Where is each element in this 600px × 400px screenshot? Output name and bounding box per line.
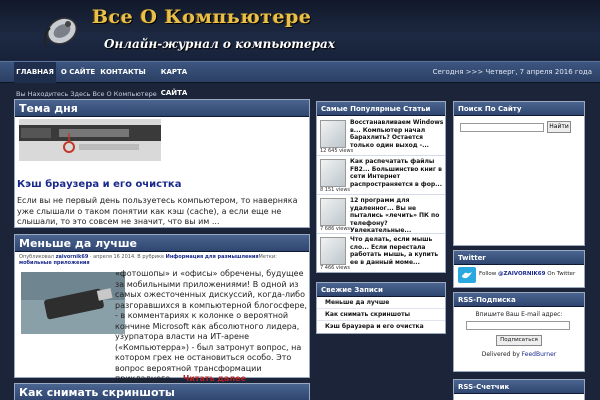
rss-prompt: Впишите Ваш E-mail адрес:	[475, 311, 563, 318]
search-input[interactable]	[460, 123, 544, 132]
rss-title: RSS-Подписка	[454, 293, 584, 307]
article-thumbnail	[320, 120, 346, 148]
article-thumbnail	[320, 198, 346, 226]
recent-title: Свежие Записи	[317, 283, 445, 297]
twitter-title: Twitter	[454, 251, 584, 265]
popular-title: Самые Популярные Статьи	[317, 102, 445, 116]
post-meta-date: · апреля 16 2014. В рубрике	[89, 254, 165, 260]
current-date: Сегодня >>> Четверг, 7 апреля 2016 года	[432, 68, 592, 76]
popular-item[interactable]: Что делать, если мышь сло... Если перест…	[317, 234, 445, 273]
post-tags-link[interactable]: мобильные приложения	[19, 260, 90, 266]
site-tagline: Онлайн-журнал о компьютерах	[104, 37, 335, 51]
computer-mouse-logo-icon[interactable]	[38, 10, 84, 50]
recent-post-link[interactable]: Как снимать скриншоты	[317, 309, 445, 321]
topic-post-excerpt: Если вы не первый день пользуетесь компь…	[17, 196, 298, 226]
search-panel: Поиск По Сайту Найти	[453, 101, 585, 246]
topic-of-day-panel: Тема дня Кэш браузера и его очистка Если…	[14, 99, 310, 228]
nav-item-contacts[interactable]: КОНТАКТЫ	[100, 62, 146, 83]
popular-item[interactable]: 12 программ для удаленног... Вы не пытал…	[317, 195, 445, 234]
twitter-panel: Twitter Follow @ZAIVORNIK69 On Twitter	[453, 250, 585, 288]
popular-articles-panel: Самые Популярные Статьи Восстанавливаем …	[316, 101, 446, 273]
post-tags-label: Метки:	[258, 254, 277, 260]
rss-counter-title: RSS-Счетчик	[454, 380, 584, 394]
post-meta: Опубликовал zaivornik69 · апреля 16 2014…	[19, 254, 307, 266]
rss-counter-panel: RSS-Счетчик	[453, 379, 585, 400]
usb-drive-thumbnail[interactable]	[21, 272, 125, 334]
recent-posts-panel: Свежие Записи Меньше да лучше Как снимат…	[316, 282, 446, 334]
article-thumbnail	[320, 159, 346, 187]
view-count: 7 466 views	[320, 265, 351, 271]
twitter-follow-label: Follow	[479, 271, 497, 277]
popular-item-text[interactable]: Что делать, если мышь сло... Если перест…	[350, 236, 444, 266]
view-count: 12 645 views	[320, 148, 354, 154]
popular-item[interactable]: Как распечатать файлы FB2... Большинство…	[317, 156, 445, 195]
post-title[interactable]: Как снимать скриншоты	[15, 384, 309, 400]
nav-item-home[interactable]: ГЛАВНАЯ	[14, 62, 56, 83]
article-thumbnail	[320, 237, 346, 265]
rss-subscribe-panel: RSS-Подписка Впишите Ваш E-mail адрес: П…	[453, 292, 585, 372]
popular-item-text[interactable]: 12 программ для удаленног... Вы не пытал…	[350, 197, 444, 235]
search-title: Поиск По Сайту	[454, 102, 584, 116]
feedburner-link[interactable]: FeedBurner	[522, 351, 557, 358]
popular-item-text[interactable]: Восстанавливаем Windows в... Компьютер н…	[350, 119, 444, 149]
nav-item-about[interactable]: О САЙТЕ	[58, 62, 98, 83]
popular-item[interactable]: Восстанавливаем Windows в... Компьютер н…	[317, 117, 445, 156]
topic-of-day-title: Тема дня	[15, 100, 309, 117]
main-nav: ГЛАВНАЯ О САЙТЕ КОНТАКТЫ КАРТА САЙТА Сег…	[0, 61, 600, 97]
twitter-follow-line[interactable]: Follow @ZAIVORNIK69 On Twitter	[479, 271, 575, 277]
post-excerpt-wrap: «фотошопы» и «офисы» обречены, будущее з…	[115, 269, 309, 385]
post-excerpt: «фотошопы» и «офисы» обречены, будущее з…	[115, 269, 308, 383]
recent-post-link[interactable]: Меньше да лучше	[317, 297, 445, 309]
nav-item-sitemap[interactable]: КАРТА САЙТА	[148, 62, 200, 97]
search-button[interactable]: Найти	[547, 121, 571, 133]
twitter-suffix: On Twitter	[547, 271, 576, 277]
twitter-handle-link[interactable]: @ZAIVORNIK69	[498, 271, 545, 277]
recent-post-link[interactable]: Кэш браузера и его очистка	[317, 321, 445, 333]
rss-subscribe-button[interactable]: Подписаться	[496, 335, 542, 346]
breadcrumb: Вы Находитесь Здесь Все О Компьютере	[16, 90, 157, 98]
rss-delivered-label: Delivered by	[481, 351, 520, 358]
site-header: Все О Компьютере Онлайн-журнал о компьют…	[0, 0, 600, 60]
rss-email-input[interactable]	[466, 321, 570, 330]
topic-post-title[interactable]: Кэш браузера и его очистка	[17, 179, 181, 190]
rss-delivered-line: Delivered by FeedBurner	[454, 351, 584, 358]
post-less-is-better: Меньше да лучше Опубликовал zaivornik69 …	[14, 234, 310, 383]
post-category-link[interactable]: Информация для размышления	[166, 254, 259, 260]
view-count: 7 686 views	[320, 226, 351, 232]
read-more-link[interactable]: Читать далее	[183, 374, 246, 383]
view-count: 8 151 views	[320, 187, 351, 193]
twitter-bird-icon[interactable]	[458, 267, 476, 283]
site-title[interactable]: Все О Компьютере	[92, 6, 311, 28]
post-title[interactable]: Меньше да лучше	[15, 235, 309, 252]
popular-item-text[interactable]: Как распечатать файлы FB2... Большинство…	[350, 158, 444, 188]
post-screenshots: Как снимать скриншоты	[14, 383, 310, 400]
browser-cache-thumbnail[interactable]	[19, 119, 161, 161]
